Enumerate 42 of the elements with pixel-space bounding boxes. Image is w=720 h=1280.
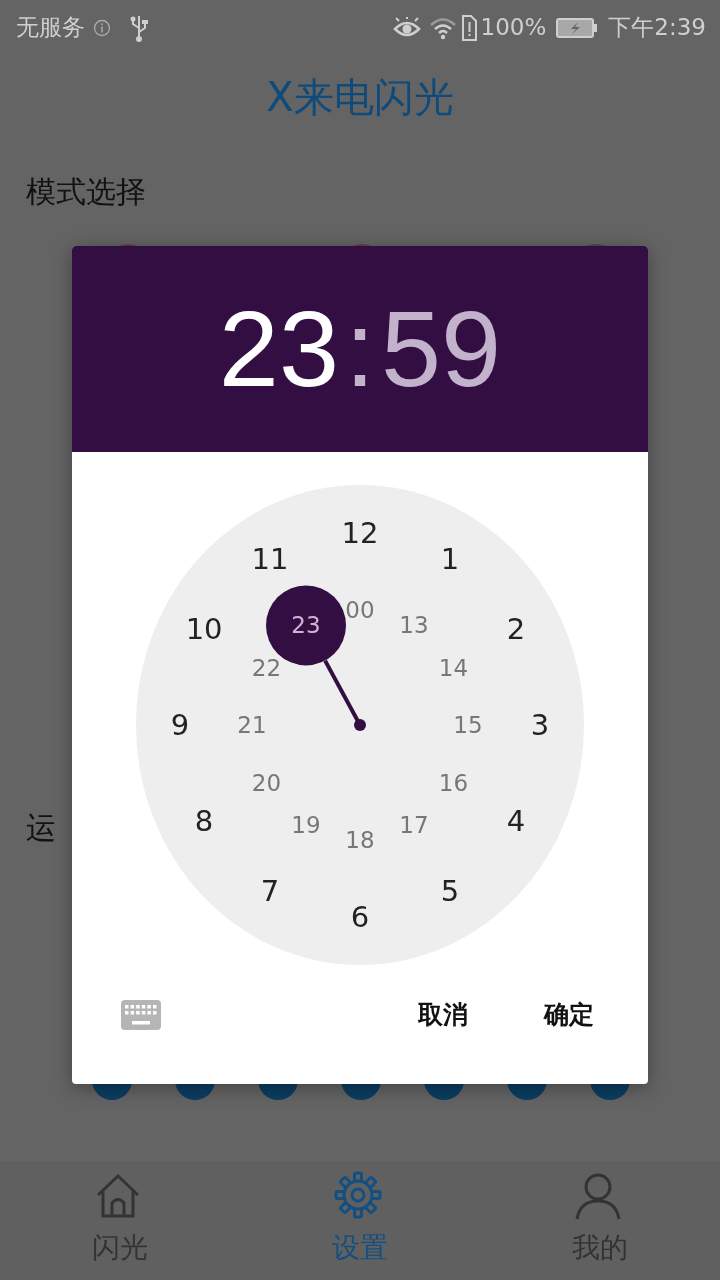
- clock-number[interactable]: 13: [399, 612, 429, 639]
- usb-icon: [129, 13, 149, 42]
- hour-text[interactable]: 23: [218, 295, 339, 403]
- clock-number[interactable]: 1: [440, 541, 460, 576]
- clock-number[interactable]: 00: [345, 597, 375, 623]
- clock-number[interactable]: 4: [506, 804, 526, 838]
- wifi-icon: [428, 15, 457, 40]
- clock-number[interactable]: 8: [194, 804, 214, 838]
- dialog-button[interactable]: 取消: [404, 988, 482, 1042]
- clock-number[interactable]: 7: [260, 874, 280, 909]
- clock-number[interactable]: 11: [251, 541, 289, 576]
- clock-number[interactable]: 18: [345, 827, 375, 853]
- dialog-button[interactable]: 确定: [530, 988, 608, 1042]
- clock-number[interactable]: 20: [251, 769, 282, 796]
- battery-percent: 100%: [480, 13, 547, 43]
- clock-number[interactable]: 22: [251, 654, 282, 681]
- info-icon: [93, 18, 111, 37]
- eye-icon: [392, 16, 421, 39]
- section-title: 运: [25, 809, 56, 847]
- clock-number[interactable]: 21: [237, 712, 267, 738]
- time-separator: :: [345, 295, 375, 403]
- clock-number[interactable]: 3: [530, 708, 550, 742]
- battery-icon: [556, 17, 599, 38]
- clock-number[interactable]: 14: [438, 654, 469, 681]
- clock-number[interactable]: 2: [506, 612, 526, 646]
- clock-number[interactable]: 15: [453, 712, 483, 738]
- sim-alert-icon: [460, 14, 477, 41]
- clock-number[interactable]: 6: [350, 900, 370, 934]
- clock-number[interactable]: 17: [399, 811, 429, 838]
- clock-number[interactable]: 23: [291, 612, 321, 639]
- clock-number[interactable]: 10: [185, 612, 223, 646]
- clock-number[interactable]: 12: [341, 516, 379, 550]
- clock-number[interactable]: 5: [440, 874, 460, 909]
- section-title: 模式选择: [25, 173, 147, 211]
- minute-text[interactable]: 59: [381, 295, 502, 403]
- clock-text: 下午2:39: [608, 13, 706, 43]
- clock-face[interactable]: [136, 485, 584, 965]
- carrier-text: 无服务: [16, 13, 85, 43]
- clock-number[interactable]: 9: [170, 708, 190, 742]
- clock-number[interactable]: 19: [291, 811, 321, 838]
- clock-number[interactable]: 16: [438, 769, 469, 796]
- app-title: X来电闪光: [265, 73, 455, 122]
